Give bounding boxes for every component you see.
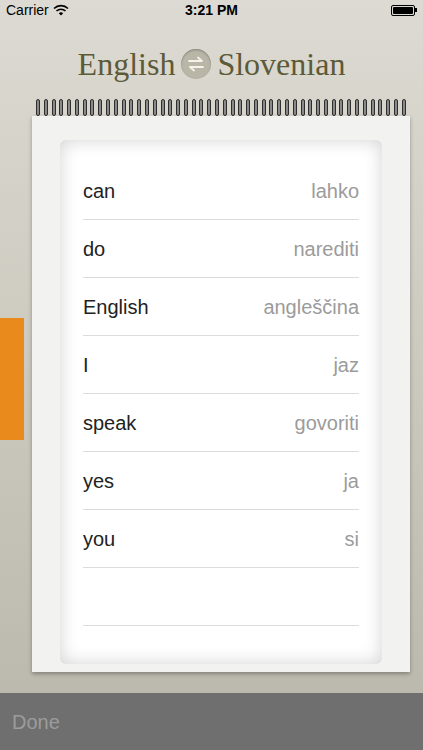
app-screen: Carrier 3:21 PM English Slovenian can lahko do…: [0, 0, 423, 750]
target-language[interactable]: Slovenian: [217, 40, 345, 88]
word-row[interactable]: English angleščina: [83, 278, 359, 336]
slovenian-word: lahko: [311, 176, 359, 206]
english-word: English: [83, 292, 149, 322]
done-button[interactable]: Done: [12, 707, 60, 737]
source-language[interactable]: English: [78, 40, 176, 88]
slovenian-word: ja: [343, 466, 359, 496]
slovenian-word: angleščina: [263, 292, 359, 322]
status-bar: Carrier 3:21 PM: [0, 0, 423, 20]
swap-language-button[interactable]: [181, 49, 211, 79]
english-word: speak: [83, 408, 136, 438]
word-row[interactable]: yes ja: [83, 452, 359, 510]
notebook: canlahkodonareditiEnglishangleščinaIjazs…: [32, 98, 410, 672]
slovenian-word: govoriti: [295, 408, 359, 438]
slovenian-word: narediti: [293, 234, 359, 264]
empty-row[interactable]: [83, 568, 359, 626]
background-sticky-note: [0, 318, 24, 440]
english-word: do: [83, 234, 105, 264]
battery-icon: [391, 5, 417, 16]
word-row[interactable]: Ijaz: [83, 336, 359, 394]
language-header: English Slovenian: [0, 20, 423, 98]
swap-icon: [187, 56, 205, 72]
english-word: I: [83, 350, 89, 380]
english-word: can: [83, 176, 115, 206]
notebook-spiral: [32, 98, 410, 116]
word-row[interactable]: can lahko: [83, 162, 359, 220]
notebook-page: canlahkodonareditiEnglishangleščinaIjazs…: [32, 116, 410, 672]
word-row[interactable]: speak govoriti: [83, 394, 359, 452]
status-time: 3:21 PM: [185, 0, 238, 21]
slovenian-word: jaz: [333, 350, 359, 380]
carrier-label: Carrier: [6, 0, 49, 21]
wifi-icon: [53, 4, 69, 16]
word-row[interactable]: do narediti: [83, 220, 359, 278]
english-word: yes: [83, 466, 114, 496]
word-row[interactable]: you si: [83, 510, 359, 568]
slovenian-word: si: [345, 524, 359, 554]
bottom-toolbar: Done: [0, 693, 423, 750]
english-word: you: [83, 524, 115, 554]
word-list-card: canlahkodonareditiEnglishangleščinaIjazs…: [60, 140, 382, 664]
